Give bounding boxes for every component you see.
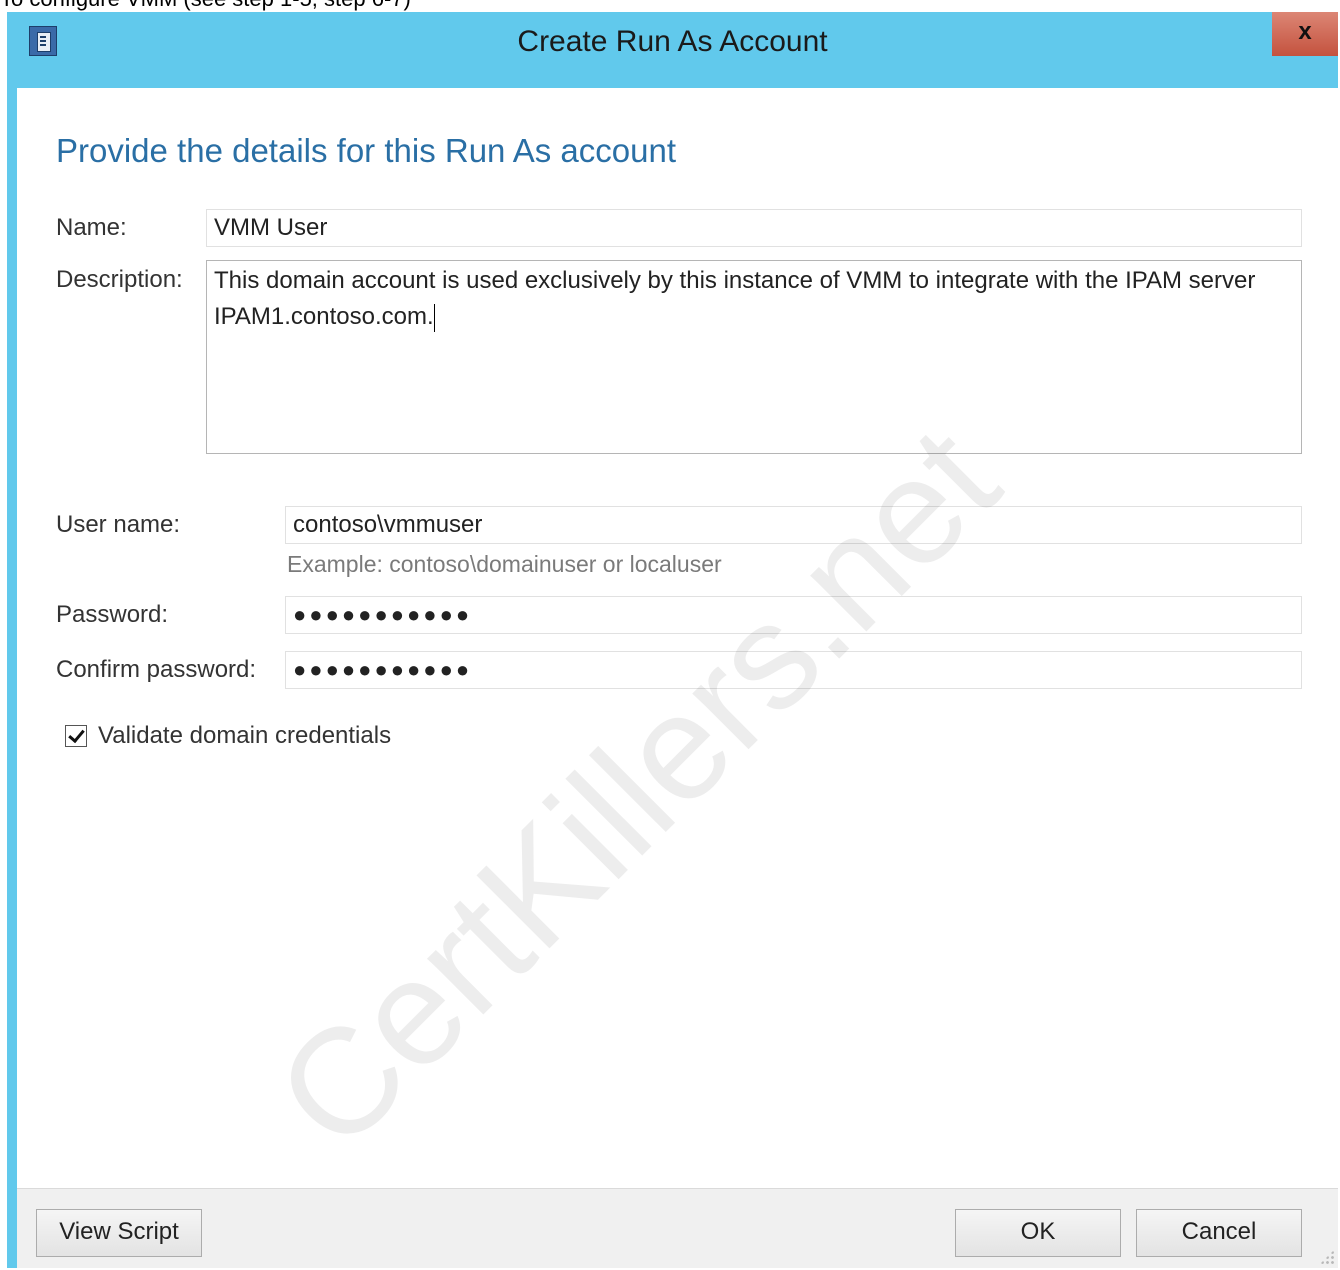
validate-credentials-label[interactable]: Validate domain credentials — [98, 721, 391, 751]
text-cursor — [433, 303, 435, 332]
username-label: User name: — [56, 511, 181, 538]
dialog-footer: View Script OK Cancel — [17, 1188, 1338, 1268]
ok-button[interactable]: OK — [955, 1209, 1121, 1257]
validate-credentials-checkbox[interactable] — [65, 725, 87, 747]
description-label: Description: — [56, 266, 183, 293]
password-mask: ●●●●●●●●●●● — [293, 602, 473, 627]
confirm-password-mask: ●●●●●●●●●●● — [293, 657, 473, 682]
confirm-password-label: Confirm password: — [56, 656, 257, 683]
page-caption: To configure VMM (see step 1-5, step 6-7… — [0, 0, 411, 12]
username-field[interactable]: contoso\vmmuser — [285, 506, 1302, 544]
password-label: Password: — [56, 601, 169, 628]
description-field[interactable]: This domain account is used exclusively … — [206, 260, 1302, 454]
name-field[interactable]: VMM User — [206, 209, 1302, 247]
description-value: This domain account is used exclusively … — [214, 267, 1256, 330]
dialog-title: Create Run As Account — [517, 25, 828, 58]
page-heading: Provide the details for this Run As acco… — [56, 132, 677, 169]
cancel-button[interactable]: Cancel — [1136, 1209, 1302, 1257]
dialog-body: Provide the details for this Run As acco… — [17, 88, 1338, 1268]
name-value: VMM User — [214, 214, 328, 241]
view-script-button[interactable]: View Script — [36, 1209, 202, 1257]
close-button[interactable]: x — [1272, 12, 1338, 56]
create-run-as-account-dialog: Create Run As Account x Provide the deta… — [7, 12, 1338, 1268]
username-hint: Example: contoso\domainuser or localuser — [287, 551, 722, 577]
password-field[interactable]: ●●●●●●●●●●● — [285, 596, 1302, 634]
title-bar[interactable]: Create Run As Account x — [7, 12, 1338, 78]
confirm-password-field[interactable]: ●●●●●●●●●●● — [285, 651, 1302, 689]
resize-grip[interactable] — [1320, 1250, 1334, 1264]
name-label: Name: — [56, 214, 127, 241]
username-value: contoso\vmmuser — [293, 511, 483, 538]
